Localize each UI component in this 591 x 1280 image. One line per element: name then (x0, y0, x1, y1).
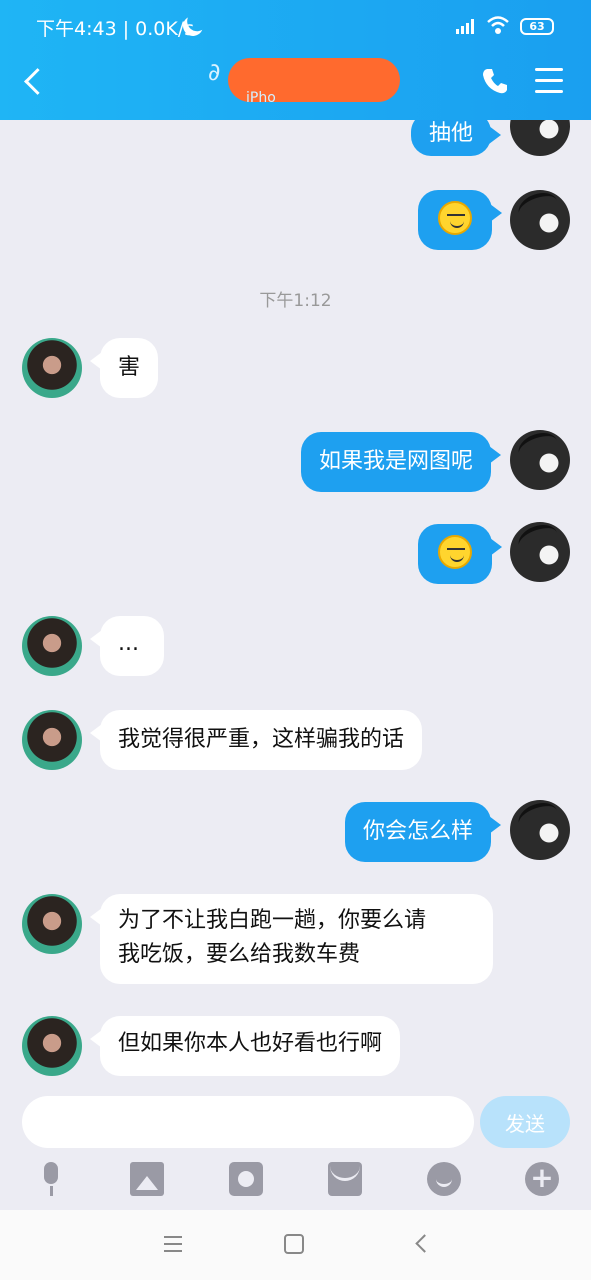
timestamp-label: 下午1:12 (259, 291, 332, 311)
status-time-speed: 下午4:43 | 0.0K/s (36, 18, 195, 40)
menu-button[interactable] (535, 68, 563, 94)
nav-recents-button[interactable] (162, 1232, 186, 1256)
avatar[interactable] (510, 800, 570, 860)
back-button[interactable] (20, 64, 52, 100)
nav-home-button[interactable] (284, 1234, 304, 1254)
send-button[interactable]: 发送 (480, 1096, 570, 1148)
message-bubble-in[interactable]: 但如果你本人也好看也行啊 (89, 1016, 401, 1076)
smirk-emoji-icon (438, 201, 472, 235)
avatar[interactable] (22, 616, 82, 676)
message-bubble-out[interactable]: 抽他 (410, 120, 502, 156)
system-nav-bar (0, 1210, 591, 1280)
avatar[interactable] (510, 522, 570, 582)
avatar[interactable] (510, 120, 570, 156)
message-bubble-in[interactable]: 我觉得很严重，这样骗我的话 (89, 710, 423, 770)
avatar[interactable] (510, 190, 570, 250)
message-list[interactable]: 抽他 下午1:12 害 如果我是网图呢 ... 我觉得很严重，这样骗我的话 你会… (0, 120, 591, 1090)
emoji-icon[interactable] (427, 1162, 461, 1196)
message-bubble-out[interactable]: 你会怎么样 (344, 802, 502, 862)
status-bar: 下午4:43 | 0.0K/s 63 (0, 0, 591, 56)
smirk-emoji-icon (438, 535, 472, 569)
avatar[interactable] (510, 430, 570, 490)
avatar[interactable] (22, 1016, 82, 1076)
mic-icon[interactable] (34, 1162, 68, 1196)
image-icon[interactable] (130, 1162, 164, 1196)
message-bubble-out[interactable]: 如果我是网图呢 (300, 432, 502, 492)
message-bubble-out[interactable] (418, 190, 502, 250)
message-text-line: 我吃饭，要么给我数车费 (118, 942, 361, 967)
avatar[interactable] (22, 710, 82, 770)
message-text-line: 为了不让我白跑一趟，你要么请 (118, 908, 427, 933)
contact-subtitle: iPho (246, 90, 276, 106)
avatar[interactable] (22, 338, 82, 398)
plus-icon[interactable]: + (525, 1162, 559, 1196)
message-input[interactable] (22, 1096, 474, 1148)
battery-icon: 63 (520, 18, 554, 35)
message-bubble-out[interactable] (418, 524, 502, 584)
avatar[interactable] (22, 894, 82, 954)
chat-header: 下午4:43 | 0.0K/s 63 ∂ iPho (0, 0, 591, 120)
wifi-icon (487, 16, 509, 34)
message-bubble-in[interactable]: ... (90, 616, 164, 676)
signal-icon (456, 18, 478, 34)
ear-icon: ∂ (208, 58, 221, 86)
nav-back-button[interactable] (412, 1232, 436, 1256)
camera-icon[interactable] (229, 1162, 263, 1196)
red-packet-icon[interactable] (328, 1162, 362, 1196)
input-bar: 发送 + (0, 1090, 591, 1210)
message-bubble-in[interactable]: 为了不让我白跑一趟，你要么请 我吃饭，要么给我数车费 (90, 894, 493, 984)
phone-call-button[interactable] (480, 66, 510, 96)
message-bubble-in[interactable]: 害 (89, 338, 159, 398)
